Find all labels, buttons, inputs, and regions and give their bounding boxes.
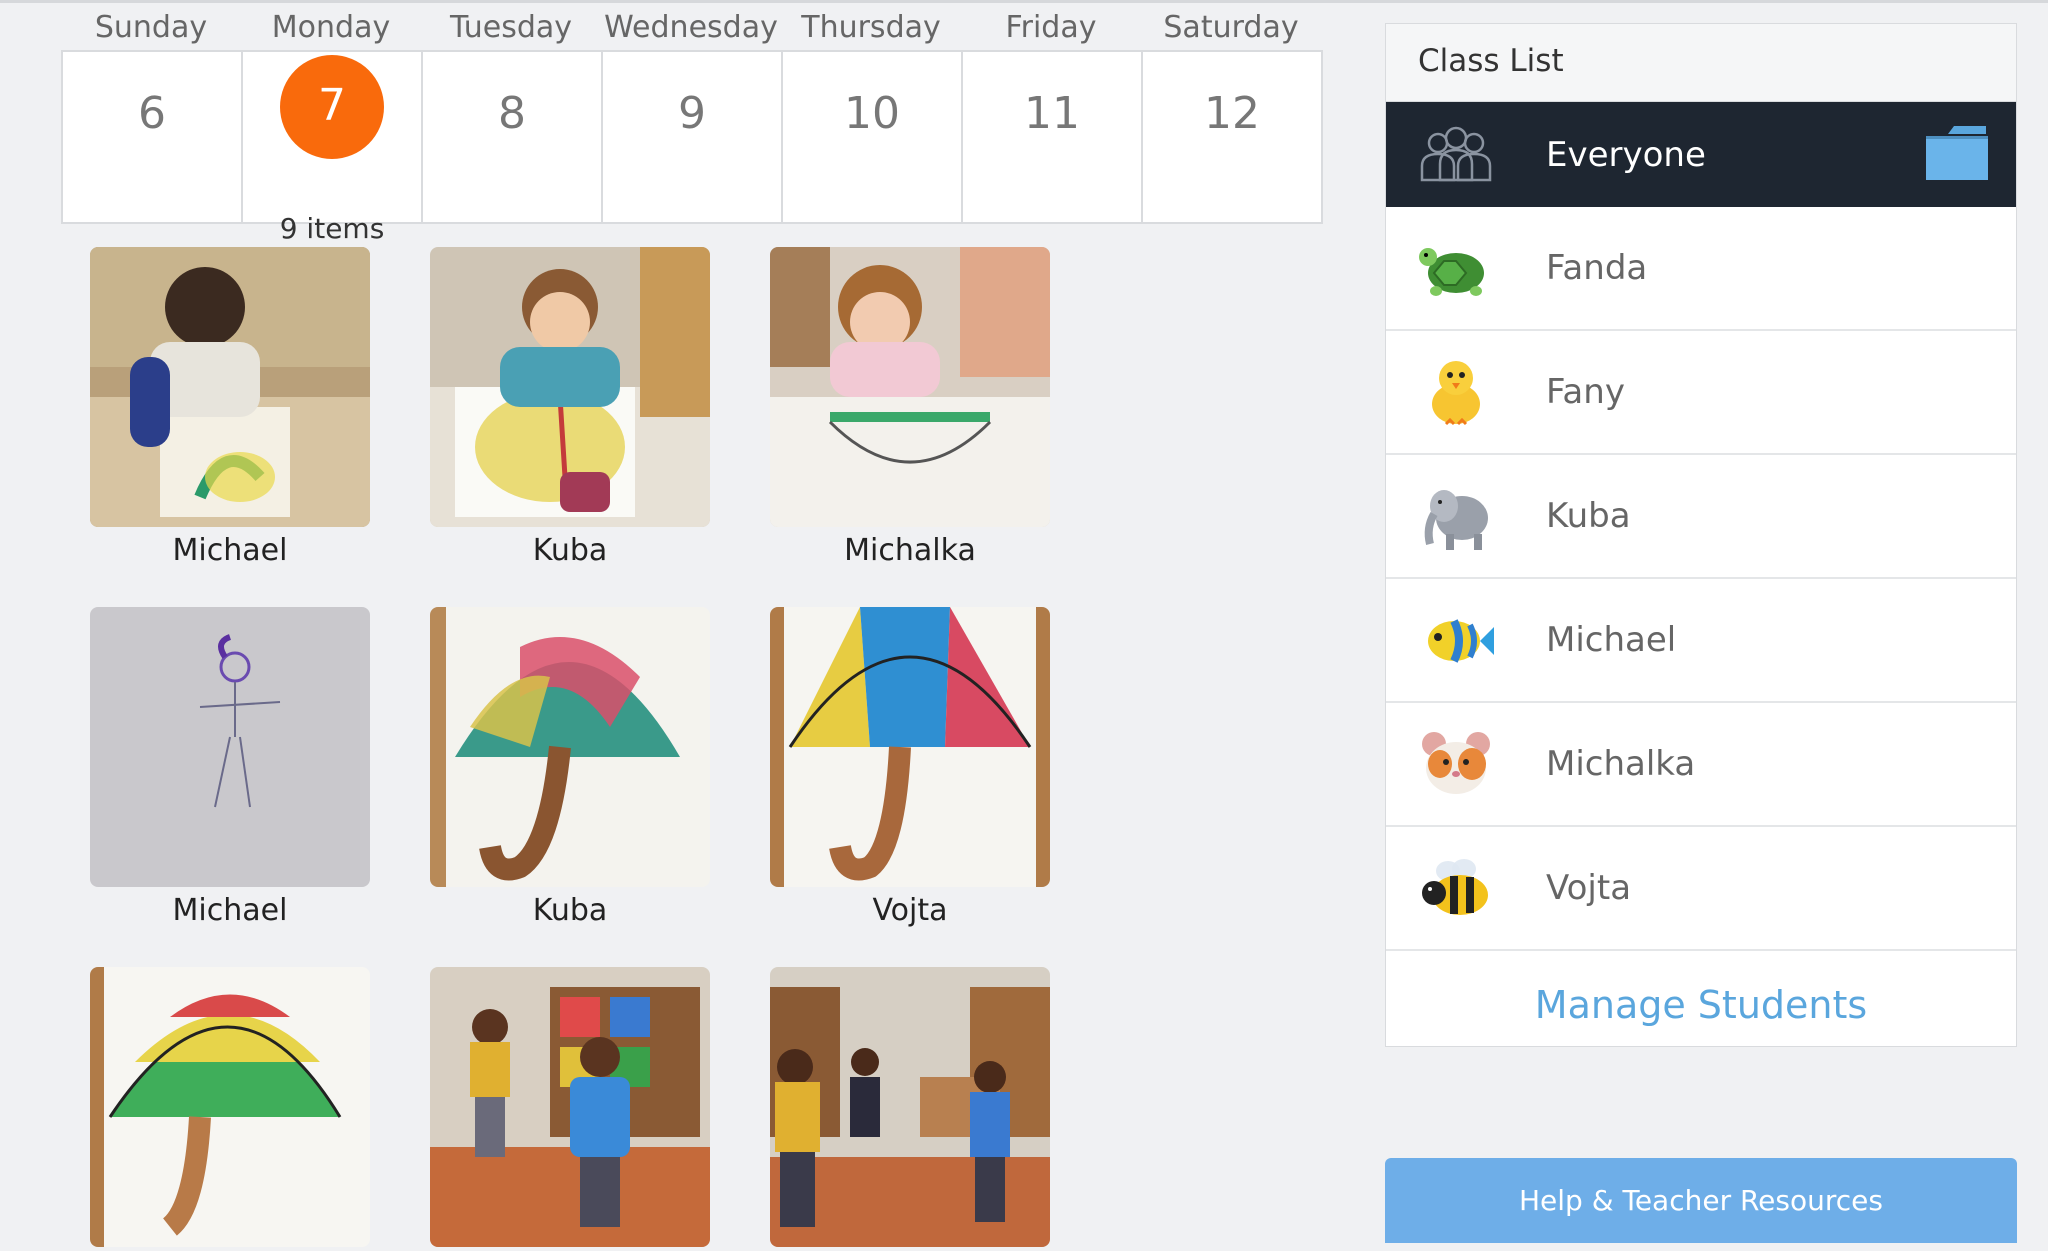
photo-thumbnail[interactable] bbox=[90, 967, 370, 1247]
student-name: Michael bbox=[172, 893, 288, 928]
class-list-item-michael[interactable]: Michael bbox=[1386, 579, 2016, 703]
weekday-label: Wednesday bbox=[604, 10, 778, 45]
class-list-item-kuba[interactable]: Kuba bbox=[1386, 455, 2016, 579]
student-name: Michalka bbox=[844, 533, 976, 568]
photo-post[interactable] bbox=[430, 967, 710, 1251]
student-name: Vojta bbox=[872, 893, 948, 928]
day-cell-12[interactable]: 12 bbox=[1143, 52, 1321, 222]
turtle-icon bbox=[1416, 228, 1496, 308]
chick-icon bbox=[1416, 352, 1496, 432]
day-number: 9 bbox=[678, 88, 706, 139]
weekday-label: Saturday bbox=[1163, 10, 1299, 45]
photo-post[interactable]: Michael bbox=[90, 607, 370, 931]
photo-thumbnail[interactable] bbox=[90, 607, 370, 887]
everyone-label: Everyone bbox=[1546, 134, 1706, 175]
photo-post[interactable]: Michael bbox=[90, 247, 370, 571]
weekday-header: Sunday Monday Tuesday Wednesday Thursday… bbox=[61, 8, 1323, 48]
photo-thumbnail[interactable] bbox=[770, 247, 1050, 527]
class-list-item-fanda[interactable]: Fanda bbox=[1386, 207, 2016, 331]
photo-thumbnail[interactable] bbox=[430, 967, 710, 1247]
photo-post[interactable] bbox=[770, 967, 1050, 1251]
weekday-label: Monday bbox=[271, 10, 391, 45]
photo-post[interactable]: Kuba bbox=[430, 247, 710, 571]
day-cell-10[interactable]: 10 bbox=[783, 52, 963, 222]
weekday-label: Tuesday bbox=[449, 10, 573, 45]
tropical-fish-icon bbox=[1416, 600, 1496, 680]
photo-post[interactable]: Kuba bbox=[430, 607, 710, 931]
item-count: 9 items bbox=[279, 212, 385, 245]
student-name: Michael bbox=[1546, 620, 1677, 660]
top-divider bbox=[0, 0, 2048, 3]
photo-thumbnail[interactable] bbox=[770, 967, 1050, 1247]
day-cell-6[interactable]: 6 bbox=[63, 52, 243, 222]
photo-thumbnail[interactable] bbox=[770, 607, 1050, 887]
class-list-item-vojta[interactable]: Vojta bbox=[1386, 827, 2016, 951]
photo-thumbnail[interactable] bbox=[90, 247, 370, 527]
day-cell-8[interactable]: 8 bbox=[423, 52, 603, 222]
day-number: 6 bbox=[138, 88, 166, 139]
day-number: 12 bbox=[1204, 88, 1260, 139]
weekday-label: Friday bbox=[1005, 10, 1097, 45]
folder-icon[interactable] bbox=[1926, 124, 1988, 180]
bee-icon bbox=[1416, 848, 1496, 928]
student-name: Kuba bbox=[532, 533, 608, 568]
class-list-title: Class List bbox=[1386, 24, 2016, 102]
day-number: 8 bbox=[498, 88, 526, 139]
day-number: 10 bbox=[844, 88, 900, 139]
hamster-icon bbox=[1416, 724, 1496, 804]
student-name: Vojta bbox=[1546, 868, 1632, 908]
group-icon bbox=[1416, 115, 1496, 195]
day-number: 7 bbox=[318, 80, 346, 131]
weekday-label: Thursday bbox=[801, 10, 941, 45]
photo-thumbnail[interactable] bbox=[430, 247, 710, 527]
photo-post[interactable] bbox=[90, 967, 370, 1251]
manage-students-link[interactable]: Manage Students bbox=[1386, 951, 2016, 1059]
day-number: 11 bbox=[1024, 88, 1080, 139]
student-name: Fanda bbox=[1546, 248, 1648, 288]
week-calendar: 6 7 9 items 8 9 10 11 12 bbox=[61, 50, 1323, 245]
day-cell-9[interactable]: 9 bbox=[603, 52, 783, 222]
photo-post[interactable]: Michalka bbox=[770, 247, 1050, 571]
help-resources-button[interactable]: Help & Teacher Resources bbox=[1385, 1158, 2017, 1243]
day-cell-11[interactable]: 11 bbox=[963, 52, 1143, 222]
photo-thumbnail[interactable] bbox=[430, 607, 710, 887]
student-name: Fany bbox=[1546, 372, 1625, 412]
class-list-item-everyone[interactable]: Everyone bbox=[1386, 102, 2016, 207]
elephant-icon bbox=[1416, 476, 1496, 556]
class-list-item-fany[interactable]: Fany bbox=[1386, 331, 2016, 455]
class-list-item-michalka[interactable]: Michalka bbox=[1386, 703, 2016, 827]
day-cell-7-selected[interactable]: 7 9 items bbox=[243, 52, 423, 245]
weekday-label: Sunday bbox=[94, 10, 208, 45]
student-name: Kuba bbox=[1546, 496, 1631, 536]
photo-post[interactable]: Vojta bbox=[770, 607, 1050, 931]
student-name: Michael bbox=[172, 533, 288, 568]
student-name: Michalka bbox=[1546, 744, 1696, 784]
class-list-panel: Class List Everyone Fanda Fany Kuba Mich… bbox=[1385, 23, 2017, 1047]
student-name: Kuba bbox=[532, 893, 608, 928]
